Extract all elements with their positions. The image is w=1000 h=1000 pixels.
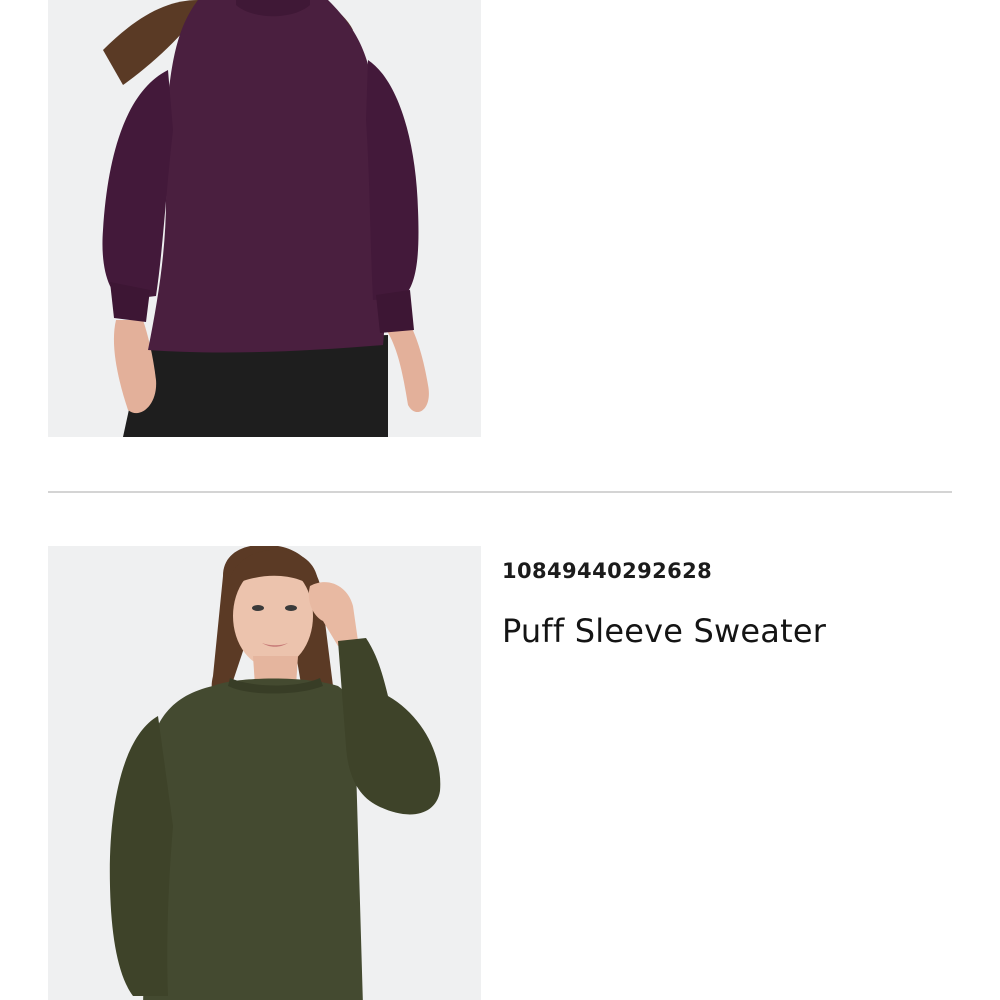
olive-sweater-photo xyxy=(48,546,481,1000)
product-image-plum-sweater[interactable] xyxy=(48,0,481,437)
product-name-link[interactable]: Puff Sleeve Sweater xyxy=(502,612,962,650)
divider xyxy=(48,491,952,493)
product-list-page: 10849440292628 Puff Sleeve Sweater xyxy=(0,0,1000,1000)
plum-sweater-photo xyxy=(48,0,481,437)
product-image-olive-sweater[interactable] xyxy=(48,546,481,1000)
product-info: 10849440292628 Puff Sleeve Sweater xyxy=(502,555,962,650)
product-id: 10849440292628 xyxy=(502,559,713,583)
